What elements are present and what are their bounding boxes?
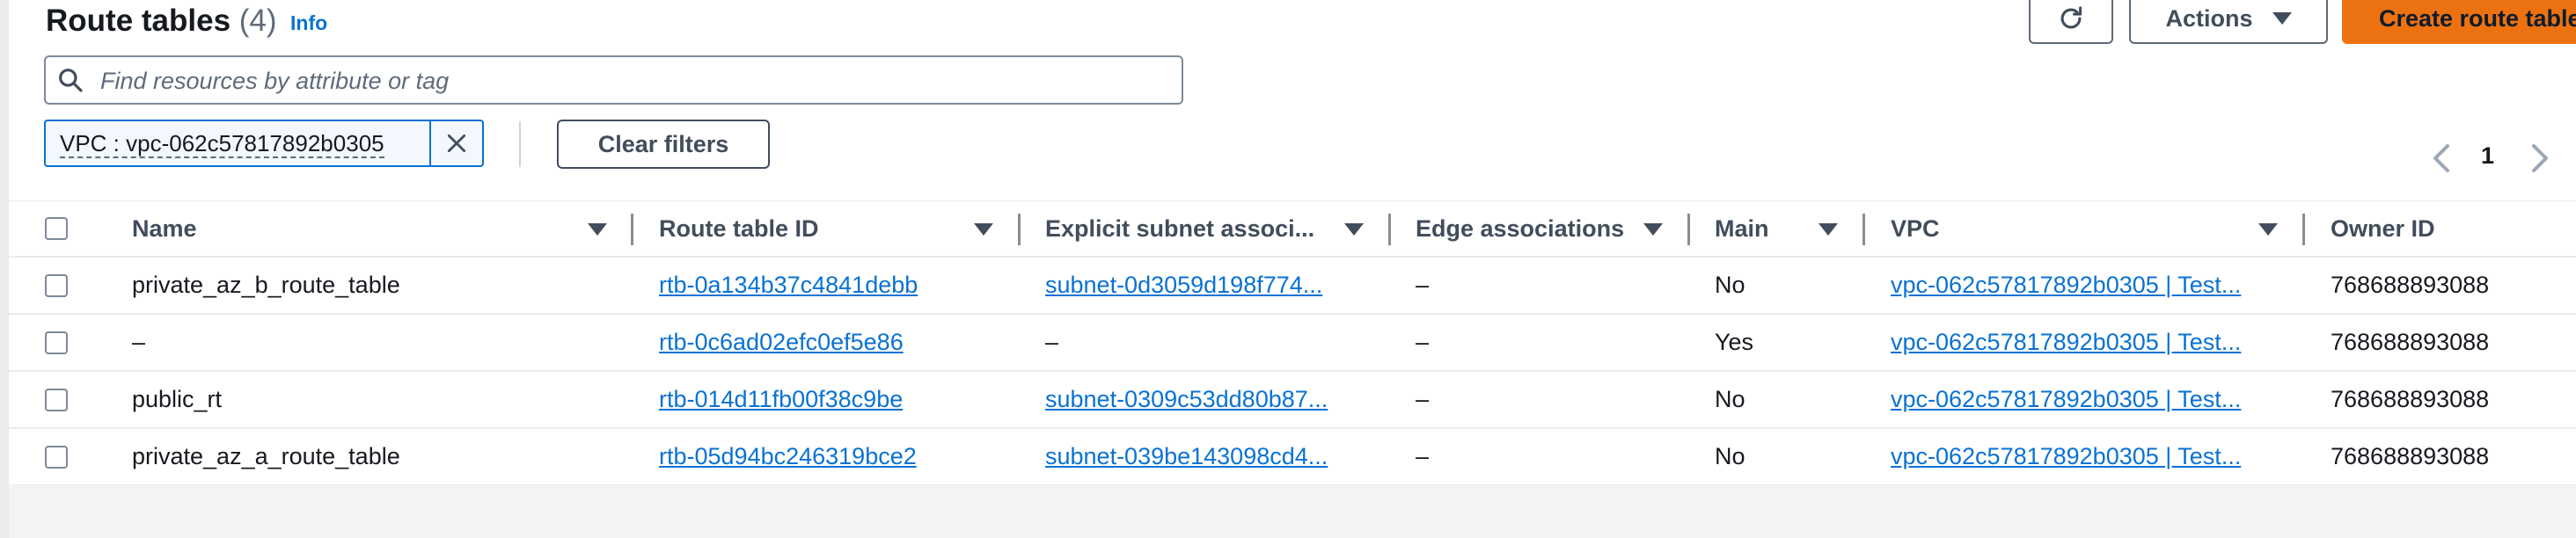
vpc-filter-token-text: VPC : vpc-062c57817892b0305 xyxy=(60,130,384,158)
route-tables-page: Route tables (4) Info Actions Create rou… xyxy=(0,0,2576,538)
main-value: No xyxy=(1715,386,1745,412)
sort-caret-icon[interactable] xyxy=(1819,223,1838,236)
row-checkbox[interactable] xyxy=(45,331,68,354)
search-icon xyxy=(59,69,83,92)
search-input[interactable] xyxy=(99,64,1175,98)
row-name: private_az_a_route_table xyxy=(132,443,400,469)
vpc-filter-token[interactable]: VPC : vpc-062c57817892b0305 xyxy=(44,120,484,167)
refresh-button[interactable] xyxy=(2029,0,2113,44)
actions-dropdown-button[interactable]: Actions xyxy=(2129,0,2328,44)
sort-caret-icon[interactable] xyxy=(974,223,993,236)
pagination-current-page[interactable]: 1 xyxy=(2481,142,2494,170)
main-value: Yes xyxy=(1715,329,1754,355)
column-header-edge-associations[interactable]: Edge associations xyxy=(1416,201,1624,256)
owner-id-value: 768688893088 xyxy=(2331,329,2490,355)
edge-associations-value: – xyxy=(1416,272,1430,298)
row-name: public_rt xyxy=(132,386,223,412)
sort-caret-icon[interactable] xyxy=(588,223,607,236)
column-resize-handle[interactable] xyxy=(1687,214,1690,245)
column-resize-handle[interactable] xyxy=(2302,214,2305,245)
route-tables-table: Name Route table ID Explicit subnet asso… xyxy=(9,200,2576,486)
column-header-vpc[interactable]: VPC xyxy=(1891,201,1940,256)
table-row[interactable]: private_az_a_route_table rtb-05d94bc2463… xyxy=(9,429,2576,486)
edge-associations-value: – xyxy=(1416,386,1430,412)
close-icon xyxy=(448,134,466,153)
vpc-link[interactable]: vpc-062c57817892b0305 | Test... xyxy=(1891,315,2295,370)
column-resize-handle[interactable] xyxy=(1862,214,1865,245)
column-header-route-table-id[interactable]: Route table ID xyxy=(659,201,819,256)
route-table-id-link[interactable]: rtb-0a134b37c4841debb xyxy=(659,258,1011,313)
route-table-id-link[interactable]: rtb-0c6ad02efc0ef5e86 xyxy=(659,315,1011,370)
subnet-link[interactable]: subnet-039be143098cd4... xyxy=(1045,429,1379,484)
page-title-text: Route tables xyxy=(46,4,231,38)
chevron-right-icon[interactable] xyxy=(2527,142,2551,174)
owner-id-value: 768688893088 xyxy=(2331,443,2490,469)
vpc-link[interactable]: vpc-062c57817892b0305 | Test... xyxy=(1891,372,2295,427)
column-resize-handle[interactable] xyxy=(1018,214,1021,245)
column-resize-handle[interactable] xyxy=(1388,214,1391,245)
sort-caret-icon[interactable] xyxy=(2258,223,2278,236)
row-name: private_az_b_route_table xyxy=(132,272,400,298)
route-table-id-link[interactable]: rtb-05d94bc246319bce2 xyxy=(659,429,1011,484)
subnet-value: – xyxy=(1045,329,1059,355)
table-header: Name Route table ID Explicit subnet asso… xyxy=(9,200,2576,258)
info-link[interactable]: Info xyxy=(290,11,327,35)
remove-filter-button[interactable] xyxy=(429,121,482,165)
column-header-owner-id[interactable]: Owner ID xyxy=(2331,201,2435,256)
table-row[interactable]: private_az_b_route_table rtb-0a134b37c48… xyxy=(9,258,2576,315)
table-footer-area xyxy=(9,485,2576,538)
table-row[interactable]: public_rt rtb-014d11fb00f38c9be subnet-0… xyxy=(9,372,2576,429)
owner-id-value: 768688893088 xyxy=(2331,272,2490,298)
table-row[interactable]: – rtb-0c6ad02efc0ef5e86 – – Yes vpc-062c… xyxy=(9,315,2576,372)
route-table-id-link[interactable]: rtb-014d11fb00f38c9be xyxy=(659,372,1011,427)
row-checkbox[interactable] xyxy=(45,274,68,297)
subnet-link[interactable]: subnet-0d3059d198f774... xyxy=(1045,258,1379,313)
clear-filters-button[interactable]: Clear filters xyxy=(557,120,770,169)
create-route-table-button[interactable]: Create route table xyxy=(2342,0,2576,44)
route-table-count: (4) xyxy=(238,4,277,38)
filter-separator xyxy=(519,121,521,167)
column-header-name[interactable]: Name xyxy=(132,201,197,256)
sort-caret-icon[interactable] xyxy=(1344,223,1364,236)
caret-down-icon xyxy=(2272,12,2292,25)
row-name: – xyxy=(132,329,146,355)
refresh-icon xyxy=(2060,6,2082,29)
column-resize-handle[interactable] xyxy=(631,214,633,245)
owner-id-value: 768688893088 xyxy=(2331,386,2490,412)
sort-caret-icon[interactable] xyxy=(1643,223,1663,236)
column-header-main[interactable]: Main xyxy=(1715,201,1769,256)
main-value: No xyxy=(1715,443,1745,469)
left-edge xyxy=(0,0,9,538)
actions-label: Actions xyxy=(2165,4,2253,32)
page-title: Route tables (4) xyxy=(46,4,277,39)
edge-associations-value: – xyxy=(1416,443,1430,469)
edge-associations-value: – xyxy=(1416,329,1430,355)
vpc-link[interactable]: vpc-062c57817892b0305 | Test... xyxy=(1891,258,2295,313)
main-value: No xyxy=(1715,272,1745,298)
subnet-link[interactable]: subnet-0309c53dd80b87... xyxy=(1045,372,1379,427)
chevron-left-icon[interactable] xyxy=(2430,142,2455,174)
vpc-link[interactable]: vpc-062c57817892b0305 | Test... xyxy=(1891,429,2295,484)
select-all-checkbox[interactable] xyxy=(45,217,68,240)
search-box[interactable] xyxy=(44,55,1183,105)
row-checkbox[interactable] xyxy=(45,389,68,411)
vpc-filter-token-label: VPC : vpc-062c57817892b0305 xyxy=(46,121,429,165)
row-checkbox[interactable] xyxy=(45,446,68,469)
column-header-explicit-subnet[interactable]: Explicit subnet associ... xyxy=(1045,201,1314,256)
